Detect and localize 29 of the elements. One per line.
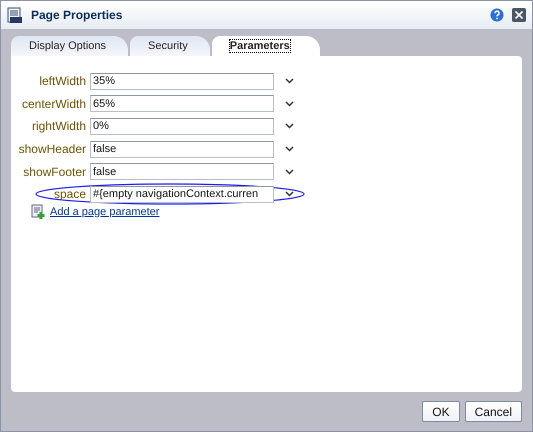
chevron-icon[interactable] xyxy=(285,191,294,198)
dialog-button[interactable]: Cancel xyxy=(464,401,522,422)
window-title: Page Properties xyxy=(31,8,124,22)
chevron-icon[interactable] xyxy=(285,146,294,152)
close-icon[interactable] xyxy=(512,8,526,22)
input-field[interactable]: 65% xyxy=(90,95,274,112)
input-field[interactable]: #{empty navigationContext.curren xyxy=(90,186,274,203)
parameter-label: centerWidth xyxy=(20,96,86,111)
input-field[interactable]: 0% xyxy=(90,118,274,135)
input-field[interactable]: 35% xyxy=(90,72,274,90)
input-field[interactable]: false xyxy=(90,140,274,158)
tab[interactable]: Display Options xyxy=(11,36,128,56)
parameter-label: space xyxy=(52,187,86,202)
parameter-label: rightWidth xyxy=(30,119,86,134)
tab[interactable]: Parameters xyxy=(212,36,320,56)
help-icon[interactable] xyxy=(490,8,504,22)
parameter-label: showHeader xyxy=(18,142,86,156)
chevron-icon[interactable] xyxy=(285,100,294,107)
add-document-icon xyxy=(31,204,47,220)
parameter-label: showFooter xyxy=(22,164,86,179)
dialog-button[interactable]: OK xyxy=(422,401,460,422)
chevron-icon[interactable] xyxy=(285,123,294,130)
add-parameter-link[interactable]: Add a page parameter xyxy=(50,206,160,218)
chevron-icon[interactable] xyxy=(285,168,294,175)
document-icon xyxy=(7,6,23,24)
tab[interactable]: Security xyxy=(130,36,210,56)
parameter-label: leftWidth xyxy=(38,74,86,88)
input-field[interactable]: false xyxy=(90,163,274,180)
chevron-icon[interactable] xyxy=(285,78,294,84)
